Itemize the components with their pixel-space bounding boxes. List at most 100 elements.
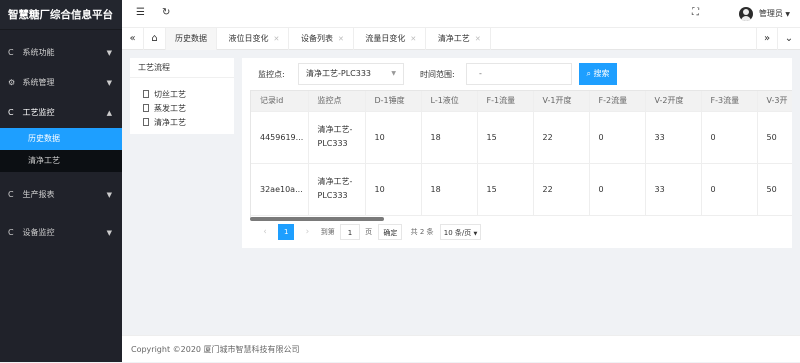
- table-cell: 0: [701, 163, 758, 216]
- search-icon: ⌕: [586, 69, 591, 78]
- top-bar: ☰ ↻ ⛶ 管理员 ▼: [122, 0, 800, 28]
- goto-confirm-button[interactable]: 确定: [378, 224, 403, 240]
- menu-toggle-icon[interactable]: ☰: [136, 7, 145, 18]
- tree-node-evaporation[interactable]: 蒸发工艺: [130, 102, 234, 116]
- sidebar-item-system-management[interactable]: ⚙ 系统管理 ▼: [0, 68, 122, 98]
- sidebar-subitem-purification[interactable]: 清净工艺: [0, 150, 122, 172]
- sidebar-item-equipment-monitoring[interactable]: C 设备监控 ▼: [0, 218, 122, 248]
- sidebar-item-label: 系统功能: [22, 48, 55, 57]
- table-cell: 50: [757, 111, 792, 164]
- sidebar-item-label: 生产报表: [22, 190, 55, 199]
- tabs-prev-icon[interactable]: «: [122, 28, 144, 50]
- monitor-point-label: 监控点:: [258, 70, 285, 79]
- tab-label: 清净工艺: [437, 34, 470, 43]
- sidebar-item-label: 系统管理: [22, 78, 55, 87]
- tab-purification[interactable]: 清净工艺 ✕: [429, 28, 491, 50]
- tab-label: 历史数据: [175, 34, 207, 43]
- circle-c-icon: C: [8, 190, 14, 199]
- tab-history-data[interactable]: 历史数据: [166, 28, 217, 50]
- table-cell: 清净工艺-PLC333: [308, 163, 366, 216]
- chevron-up-icon: ▲: [106, 109, 112, 117]
- table-cell: 18: [421, 111, 478, 164]
- table-row[interactable]: 4459619... 清净工艺-PLC333 10 18 15 22 0 33 …: [251, 111, 792, 164]
- tab-label: 流量日变化: [365, 34, 406, 43]
- tree-node-cutting[interactable]: 切丝工艺: [130, 88, 234, 102]
- chevron-down-icon: ▼: [106, 191, 112, 199]
- horizontal-scrollbar[interactable]: [250, 217, 384, 221]
- sidebar: 智慧糖厂综合信息平台 C 系统功能 ▼ ⚙ 系统管理 ▼ C 工艺监控 ▲ 历史…: [0, 0, 122, 362]
- data-table: 记录id 监控点 D-1锤度 L-1液位 F-1流量 V-1开度 F-2流量 V…: [251, 91, 792, 216]
- monitor-point-select[interactable]: 清净工艺-PLC333 ▼: [298, 63, 404, 85]
- close-icon[interactable]: ✕: [274, 35, 280, 43]
- tabs-next-icon[interactable]: »: [756, 28, 778, 50]
- circle-c-icon: C: [8, 228, 14, 237]
- column-header[interactable]: V-2开度: [645, 91, 702, 112]
- table-cell: 0: [701, 111, 758, 164]
- column-header[interactable]: 记录id: [251, 91, 309, 112]
- tree-node-label: 切丝工艺: [154, 90, 186, 99]
- refresh-icon[interactable]: ↻: [162, 7, 170, 18]
- table-row[interactable]: 32ae10a... 清净工艺-PLC333 10 18 15 22 0 33 …: [251, 163, 792, 216]
- prev-page-icon[interactable]: ‹: [258, 224, 272, 240]
- fullscreen-icon[interactable]: ⛶: [692, 7, 699, 18]
- table-cell: 0: [589, 163, 646, 216]
- table-cell: 50: [757, 163, 792, 216]
- app-title: 智慧糖厂综合信息平台: [0, 0, 122, 30]
- tree-node-purification[interactable]: 清净工艺: [130, 116, 234, 130]
- circle-c-icon: C: [8, 48, 14, 57]
- search-button-label: 搜索: [593, 69, 610, 78]
- caret-down-icon: ▼: [785, 11, 790, 18]
- home-icon[interactable]: ⌂: [144, 28, 166, 50]
- search-button[interactable]: ⌕ 搜索: [579, 63, 617, 85]
- tree-node-label: 清净工艺: [154, 118, 186, 127]
- chevron-down-icon: ▼: [106, 49, 112, 57]
- column-header[interactable]: F-2流量: [589, 91, 646, 112]
- column-header[interactable]: F-3流量: [701, 91, 758, 112]
- close-icon[interactable]: ✕: [475, 35, 481, 43]
- sidebar-item-system-functions[interactable]: C 系统功能 ▼: [0, 38, 122, 68]
- tab-device-list[interactable]: 设备列表 ✕: [292, 28, 354, 50]
- column-header[interactable]: D-1锤度: [365, 91, 422, 112]
- column-header[interactable]: V-1开度: [533, 91, 590, 112]
- user-menu[interactable]: 管理员 ▼: [739, 5, 790, 23]
- table-cell: 33: [645, 163, 702, 216]
- document-icon: [143, 90, 149, 98]
- tab-list: 历史数据 液位日变化 ✕ 设备列表 ✕ 流量日变化 ✕ 清净工艺 ✕: [166, 28, 491, 50]
- page-size-select[interactable]: 10 条/页 ▼: [439, 224, 482, 240]
- goto-label: 到第: [320, 228, 335, 236]
- page-size-value: 10 条/页: [443, 229, 472, 237]
- tree-title: 工艺流程: [130, 58, 234, 78]
- table-cell: 18: [421, 163, 478, 216]
- current-page[interactable]: 1: [278, 224, 295, 240]
- sidebar-item-process-monitoring[interactable]: C 工艺监控 ▲: [0, 98, 122, 128]
- table-cell: 0: [589, 111, 646, 164]
- column-header[interactable]: 监控点: [308, 91, 366, 112]
- data-table-wrapper[interactable]: 记录id 监控点 D-1锤度 L-1液位 F-1流量 V-1开度 F-2流量 V…: [250, 90, 792, 218]
- monitor-point-value: 清净工艺-PLC333: [306, 69, 372, 78]
- sidebar-item-production-reports[interactable]: C 生产报表 ▼: [0, 180, 122, 210]
- tab-level-daily[interactable]: 液位日变化 ✕: [220, 28, 290, 50]
- column-header[interactable]: V-3开: [757, 91, 792, 112]
- chevron-down-icon: ▼: [391, 70, 396, 77]
- chevron-down-icon: ▼: [106, 79, 112, 87]
- page-unit-label: 页: [365, 228, 373, 236]
- table-cell: 22: [533, 111, 590, 164]
- tab-flow-daily[interactable]: 流量日变化 ✕: [356, 28, 427, 50]
- table-header-row: 记录id 监控点 D-1锤度 L-1液位 F-1流量 V-1开度 F-2流量 V…: [251, 91, 792, 112]
- circle-c-icon: C: [8, 108, 14, 117]
- chevron-down-icon: ▼: [473, 231, 478, 237]
- close-icon[interactable]: ✕: [410, 35, 416, 43]
- tab-label: 液位日变化: [228, 34, 269, 43]
- footer: Copyright ©2020 厦门城市智慧科技有限公司: [122, 335, 800, 362]
- next-page-icon[interactable]: ›: [300, 224, 314, 240]
- sidebar-subitem-history-data[interactable]: 历史数据: [0, 128, 122, 150]
- goto-page-input[interactable]: 1: [339, 224, 360, 240]
- table-cell: 4459619...: [251, 111, 309, 164]
- column-header[interactable]: L-1液位: [421, 91, 478, 112]
- tabs-more-icon[interactable]: ⌄: [778, 28, 800, 50]
- column-header[interactable]: F-1流量: [477, 91, 534, 112]
- close-icon[interactable]: ✕: [338, 35, 344, 43]
- sidebar-menu: C 系统功能 ▼ ⚙ 系统管理 ▼ C 工艺监控 ▲ 历史数据 清净工艺 C 生…: [0, 38, 122, 248]
- time-range-input[interactable]: -: [466, 63, 572, 85]
- tree-node-label: 蒸发工艺: [154, 104, 186, 113]
